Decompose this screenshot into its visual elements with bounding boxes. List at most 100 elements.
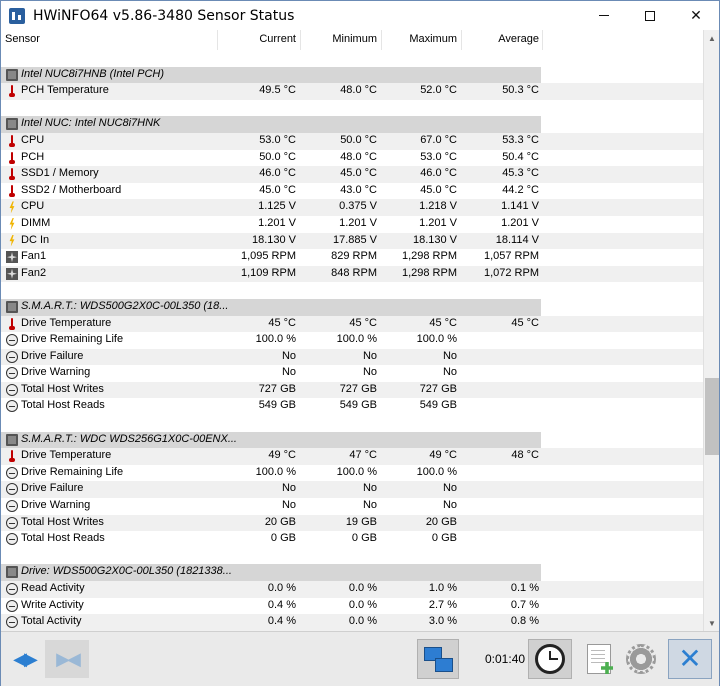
column-header-current[interactable]: Current <box>259 33 296 45</box>
maximum-value: 1.201 V <box>419 216 457 229</box>
sensor-row[interactable]: PCH 50.0 °C 48.0 °C 53.0 °C 50.4 °C <box>1 150 703 167</box>
scroll-up-icon[interactable]: ▲ <box>704 30 720 46</box>
maximum-value: 46.0 °C <box>420 167 457 180</box>
sensor-row[interactable]: PCH Temperature 49.5 °C 48.0 °C 52.0 °C 50.3… <box>1 83 703 100</box>
expand-collapse-button[interactable]: ◀▶ <box>5 640 43 678</box>
settings-button[interactable] <box>621 639 661 679</box>
minimum-value: 19 GB <box>345 515 377 528</box>
sensor-row[interactable]: CPU 53.0 °C 50.0 °C 67.0 °C 53.3 °C <box>1 132 703 150</box>
column-divider[interactable] <box>300 30 301 50</box>
sensor-row[interactable]: Drive Failure No No No <box>1 348 703 366</box>
current-value: 45 °C <box>268 316 296 329</box>
logging-button[interactable] <box>579 639 619 679</box>
maximum-value: No <box>442 499 457 512</box>
current-value: No <box>281 482 296 495</box>
sensor-row[interactable]: Total Host Writes 20 GB 19 GB 20 GB <box>1 514 703 532</box>
sensor-row[interactable]: Drive Failure No No No <box>1 481 703 499</box>
fan-icon <box>6 267 18 280</box>
average-value: 1.141 V <box>501 200 539 213</box>
gear-icon <box>626 644 656 674</box>
scrollbar-thumb[interactable] <box>705 378 719 455</box>
sensor-row[interactable]: Total Host Reads 0 GB 0 GB 0 GB <box>1 531 703 548</box>
network-computers-icon <box>424 647 453 672</box>
minimum-value: 549 GB <box>339 399 377 412</box>
sensor-row[interactable]: DIMM 1.201 V 1.201 V 1.201 V 1.201 V <box>1 216 703 233</box>
bottom-toolbar: ◀▶ ▶◀ 0:01:40 ✕ <box>1 631 719 686</box>
scroll-down-icon[interactable]: ▼ <box>704 615 720 631</box>
sensor-row[interactable]: Drive Temperature 45 °C 45 °C 45 °C 45 °C <box>1 315 703 333</box>
sensor-row[interactable]: SSD2 / Motherboard 45.0 °C 43.0 °C 45.0 °C 4… <box>1 183 703 200</box>
sensor-table[interactable]: Sensor Current Minimum Maximum Average I… <box>1 30 703 631</box>
minimum-value: 48.0 °C <box>340 150 377 163</box>
current-value: 1.125 V <box>258 200 296 213</box>
average-value: 50.3 °C <box>502 84 539 97</box>
close-icon: ✕ <box>690 7 702 24</box>
hwinfo-window: HWiNFO64 v5.86-3480 Sensor Status ✕ Sens… <box>0 0 720 686</box>
chip-icon <box>6 433 18 446</box>
sensor-row[interactable]: DC In 18.130 V 17.885 V 18.130 V 18.114 V <box>1 232 703 250</box>
sensor-name: PCH <box>21 150 45 163</box>
close-sensors-button[interactable]: ✕ <box>668 639 712 679</box>
blank-row <box>1 415 703 432</box>
group-name: Intel NUC: Intel NUC8i7HNK <box>21 117 161 130</box>
collapse-arrows-button[interactable]: ▶◀ <box>45 640 89 678</box>
sensor-group-row[interactable]: Intel NUC: Intel NUC8i7HNK <box>1 116 541 133</box>
sensor-group-row[interactable]: S.M.A.R.T.: WDS500G2X0C-00L350 (18... <box>1 298 541 316</box>
current-value: 45.0 °C <box>259 183 296 196</box>
sensor-group-row[interactable]: S.M.A.R.T.: WDC WDS256G1X0C-00ENX... <box>1 431 541 449</box>
chip-icon <box>6 566 18 579</box>
sensor-row[interactable]: Drive Temperature 49 °C 47 °C 49 °C 48 °C <box>1 448 703 465</box>
vertical-scrollbar[interactable]: ▲ ▼ <box>703 30 719 631</box>
gauge-icon <box>6 533 18 546</box>
minimum-value: No <box>362 366 377 379</box>
sensor-row[interactable]: Drive Remaining Life 100.0 % 100.0 % 100.0 … <box>1 332 703 349</box>
column-divider[interactable] <box>542 30 543 50</box>
minimum-value: 0.0 % <box>348 615 377 628</box>
reset-timer-button[interactable] <box>528 639 572 679</box>
sensor-row[interactable]: Drive Warning No No No <box>1 365 703 382</box>
group-name: Intel NUC8i7HNB (Intel PCH) <box>21 67 165 80</box>
column-header-average[interactable]: Average <box>498 33 539 45</box>
maximum-value: 18.130 V <box>412 233 457 246</box>
sensor-row[interactable]: Write Activity 0.4 % 0.0 % 2.7 % 0.7 % <box>1 598 703 615</box>
sensor-group-row[interactable]: Drive: WDS500G2X0C-00L350 (1821338... <box>1 564 541 581</box>
minimum-value: 0.375 V <box>339 200 377 213</box>
sensor-row[interactable]: CPU 1.125 V 0.375 V 1.218 V 1.141 V <box>1 199 703 216</box>
sensor-row[interactable]: Fan2 1,109 RPM 848 RPM 1,298 RPM 1,072 RPM <box>1 265 703 283</box>
maximum-value: 67.0 °C <box>420 133 457 146</box>
sensor-name: PCH Temperature <box>21 84 109 97</box>
sensor-row[interactable]: Total Host Reads 549 GB 549 GB 549 GB <box>1 398 703 415</box>
sensor-row[interactable]: Total Activity 0.4 % 0.0 % 3.0 % 0.8 % <box>1 614 703 631</box>
sensor-row[interactable]: Drive Remaining Life 100.0 % 100.0 % 100.0 … <box>1 465 703 482</box>
minimum-value: 47 °C <box>349 449 377 462</box>
average-value: 48 °C <box>511 449 539 462</box>
minimize-button[interactable] <box>581 1 627 30</box>
average-value: 1,072 RPM <box>483 266 539 279</box>
column-header-sensor[interactable]: Sensor <box>5 33 40 45</box>
column-divider[interactable] <box>461 30 462 50</box>
minimum-value: 45.0 °C <box>340 167 377 180</box>
average-value: 18.114 V <box>495 233 539 246</box>
current-value: 20 GB <box>264 515 296 528</box>
gauge-icon <box>6 516 18 529</box>
sensor-group-row[interactable]: Intel NUC8i7HNB (Intel PCH) <box>1 66 541 84</box>
column-header-minimum[interactable]: Minimum <box>332 33 377 45</box>
maximize-button[interactable] <box>627 1 673 30</box>
column-divider[interactable] <box>217 30 218 50</box>
maximize-icon <box>645 10 655 21</box>
sensor-row[interactable]: SSD1 / Memory 46.0 °C 45.0 °C 46.0 °C 45.3 °… <box>1 166 703 183</box>
maximum-value: 2.7 % <box>428 598 457 611</box>
column-divider[interactable] <box>381 30 382 50</box>
sensor-row[interactable]: Read Activity 0.0 % 0.0 % 1.0 % 0.1 % <box>1 581 703 598</box>
current-value: 0 GB <box>270 532 296 545</box>
sensor-row[interactable]: Total Host Writes 727 GB 727 GB 727 GB <box>1 381 703 399</box>
column-header-maximum[interactable]: Maximum <box>409 33 457 45</box>
title-bar[interactable]: HWiNFO64 v5.86-3480 Sensor Status ✕ <box>1 1 719 30</box>
sensor-row[interactable]: Fan1 1,095 RPM 829 RPM 1,298 RPM 1,057 RPM <box>1 249 703 266</box>
sensor-row[interactable]: Drive Warning No No No <box>1 498 703 515</box>
sensor-name: DC In <box>21 233 50 246</box>
network-button[interactable] <box>417 639 459 679</box>
minimum-value: 848 RPM <box>331 266 377 279</box>
maximum-value: No <box>442 366 457 379</box>
close-window-button[interactable]: ✕ <box>673 1 719 30</box>
